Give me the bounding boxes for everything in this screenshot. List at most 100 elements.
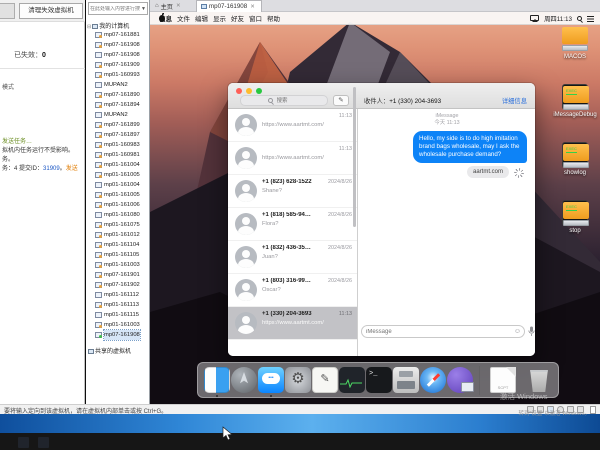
vm-tree-item[interactable]: mp07-161890 bbox=[86, 90, 150, 100]
vm-tree-item[interactable]: mp07-161899 bbox=[86, 120, 150, 130]
exec-badge: EXEC bbox=[566, 146, 577, 153]
link-bubble[interactable]: aartmt.com bbox=[467, 166, 509, 178]
activity-monitor-icon[interactable] bbox=[339, 367, 365, 393]
desktop-icon[interactable]: EXEC showlog bbox=[552, 142, 598, 186]
conversation-row[interactable]: 11:13 https://www.aartmt.com/ bbox=[228, 109, 357, 142]
vm-tree-item[interactable]: mp07-161908 bbox=[86, 40, 150, 50]
vm-tree-item[interactable]: mp01-161105 bbox=[86, 250, 150, 260]
compose-new-message-button[interactable]: ✎ bbox=[333, 95, 349, 106]
vm-tree-item[interactable]: mp01-161003 bbox=[86, 320, 150, 330]
menubar-menu[interactable]: 显示 bbox=[213, 13, 226, 23]
tree-node-shared-vms[interactable]: 共享的虚拟机 bbox=[87, 346, 131, 355]
trash-icon[interactable] bbox=[526, 367, 552, 393]
display-mirroring-icon[interactable] bbox=[530, 15, 539, 21]
vm-tree-item[interactable]: mp01-161104 bbox=[86, 240, 150, 250]
vm-tree-item[interactable]: mp07-161909 bbox=[86, 60, 150, 70]
conversation-row[interactable]: +1 (823) 628-1522 2024/8/26 Shane? bbox=[228, 175, 357, 208]
vm-tree-item[interactable]: mp01-161115 bbox=[86, 310, 150, 320]
terminal-icon[interactable]: >_ bbox=[366, 367, 392, 393]
safari-icon[interactable] bbox=[420, 367, 446, 393]
vm-tree-item[interactable]: mp01-161113 bbox=[86, 300, 150, 310]
drive-icon bbox=[562, 27, 588, 44]
menubar-menu[interactable]: 好友 bbox=[231, 13, 244, 23]
messages-search-field[interactable] bbox=[240, 95, 328, 106]
applescript-file-icon[interactable]: SCPT bbox=[490, 367, 516, 393]
close-window-button[interactable] bbox=[236, 88, 242, 94]
vm-tree-item[interactable]: MUPAN2 bbox=[86, 80, 150, 90]
tab-home[interactable]: ⌂ 主页 ✕ bbox=[151, 0, 195, 12]
chevron-down-icon[interactable]: ▼ bbox=[141, 6, 147, 12]
tree-node-my-computer[interactable]: ⊟我的计算机 bbox=[87, 21, 129, 30]
desktop-icon[interactable]: EXEC MACOS bbox=[552, 26, 598, 70]
screen-sharing-icon[interactable] bbox=[447, 367, 473, 393]
vm-tree-item[interactable]: mp01-161004 bbox=[86, 180, 150, 190]
conversation-row[interactable]: +1 (330) 204-3693 11:13 https://www.aart… bbox=[228, 307, 357, 340]
vm-tree-item[interactable]: mp01-160983 bbox=[86, 140, 150, 150]
taskbar-icon[interactable] bbox=[18, 437, 29, 448]
home-icon: ⌂ bbox=[155, 3, 159, 9]
vm-tree-item[interactable]: mp07-161881 bbox=[86, 30, 150, 40]
conversation-row[interactable]: +1 (818) 585-94… 2024/8/26 Flora? bbox=[228, 208, 357, 241]
menubar-menu[interactable]: 窗口 bbox=[249, 13, 262, 23]
vm-tree-item[interactable]: mp01-160993 bbox=[86, 70, 150, 80]
menubar-menu[interactable]: 编辑 bbox=[195, 13, 208, 23]
menubar-menu[interactable]: 文件 bbox=[177, 13, 190, 23]
vm-tree-item[interactable]: mp01-161080 bbox=[86, 210, 150, 220]
menubar-menu[interactable]: 帮助 bbox=[267, 13, 280, 23]
vm-tree-item[interactable]: mp01-161005 bbox=[86, 190, 150, 200]
vm-search-box[interactable]: ▼ bbox=[88, 2, 148, 15]
vm-tree-item[interactable]: mp07-161897 bbox=[86, 130, 150, 140]
menu-bar-clock[interactable]: 周四11:13 bbox=[544, 14, 572, 23]
vm-tree-item[interactable]: mp07-161908 bbox=[86, 330, 150, 340]
close-tab-icon[interactable]: ✕ bbox=[250, 4, 255, 10]
details-link[interactable]: 详细信息 bbox=[502, 96, 527, 105]
minimize-window-button[interactable] bbox=[246, 88, 252, 94]
vm-name: mp07-161881 bbox=[104, 30, 140, 40]
taskbar-icon[interactable] bbox=[38, 437, 49, 448]
desktop-icon[interactable]: EXEC stop bbox=[552, 200, 598, 244]
close-tab-icon[interactable]: ✕ bbox=[176, 3, 181, 9]
message-input-bar[interactable]: ☺ bbox=[361, 325, 525, 338]
vm-tree-item[interactable]: mp01-161005 bbox=[86, 170, 150, 180]
vm-icon bbox=[95, 182, 102, 188]
toolbar-button-partial[interactable] bbox=[0, 3, 15, 19]
conversation-row[interactable]: 11:13 https://www.aartmt.com/ bbox=[228, 142, 357, 175]
finder-icon[interactable] bbox=[204, 367, 230, 393]
message-log-icon[interactable] bbox=[590, 406, 596, 414]
messages-app-icon[interactable] bbox=[258, 367, 284, 393]
vm-icon bbox=[95, 282, 102, 288]
vm-tree-item[interactable]: mp01-161012 bbox=[86, 230, 150, 240]
clean-invalid-vms-button[interactable]: 清理失效虚拟机 bbox=[19, 3, 83, 19]
scrollbar[interactable] bbox=[353, 87, 356, 227]
desktop-icon[interactable]: EXEC iMessageDebug bbox=[552, 84, 598, 128]
emoji-picker-icon[interactable]: ☺ bbox=[514, 328, 521, 335]
conversation-row[interactable]: +1 (803) 316-99… 2024/8/26 Oscar? bbox=[228, 274, 357, 307]
microphone-icon[interactable] bbox=[528, 326, 535, 337]
messages-search-input[interactable] bbox=[275, 97, 301, 105]
notification-center-icon[interactable] bbox=[587, 16, 594, 22]
apple-menu-icon[interactable] bbox=[159, 15, 165, 22]
vm-tree-item[interactable]: mp07-161894 bbox=[86, 100, 150, 110]
vm-tree-item[interactable]: mp01-161003 bbox=[86, 260, 150, 270]
vm-search-input[interactable] bbox=[89, 6, 141, 12]
zoom-window-button[interactable] bbox=[256, 88, 262, 94]
vm-tree-item[interactable]: mp07-161908 bbox=[86, 50, 150, 60]
vm-tree-item[interactable]: mp07-161901 bbox=[86, 270, 150, 280]
vm-tree-item[interactable]: mp01-161006 bbox=[86, 200, 150, 210]
conversation-row[interactable]: +1 (832) 436-35… 2024/8/26 Juan? bbox=[228, 241, 357, 274]
vm-tree-item[interactable]: mp01-161075 bbox=[86, 220, 150, 230]
archive-utility-icon[interactable] bbox=[393, 367, 419, 393]
spotlight-icon[interactable] bbox=[577, 16, 582, 21]
vm-tree-item[interactable]: mp01-161112 bbox=[86, 290, 150, 300]
messages-title-bar[interactable]: ✎ 收件人：+1 (330) 204-3693 详细信息 bbox=[228, 83, 535, 109]
vm-name: mp01-161003 bbox=[104, 320, 140, 330]
vm-tree-item[interactable]: MUPAN2 bbox=[86, 110, 150, 120]
message-input[interactable] bbox=[362, 329, 514, 335]
vm-tree-item[interactable]: mp01-160981 bbox=[86, 150, 150, 160]
launchpad-icon[interactable] bbox=[231, 367, 257, 393]
tab-vm-mp07-161908[interactable]: mp07-161908 ✕ bbox=[196, 0, 262, 12]
vm-tree-item[interactable]: mp01-161004 bbox=[86, 160, 150, 170]
system-preferences-icon[interactable]: ⚙ bbox=[285, 367, 311, 393]
textedit-icon[interactable]: ✎ bbox=[312, 367, 338, 393]
vm-tree-item[interactable]: mp07-161902 bbox=[86, 280, 150, 290]
